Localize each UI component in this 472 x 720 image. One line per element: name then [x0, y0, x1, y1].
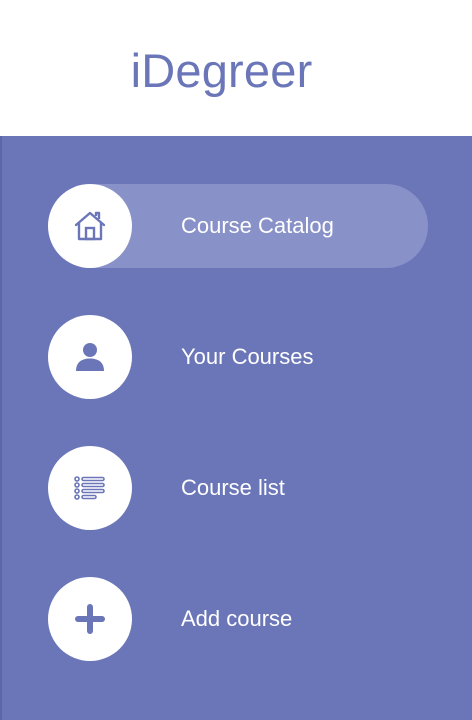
header: iDegreer	[0, 0, 472, 136]
nav-label-course-catalog: Course Catalog	[181, 213, 334, 238]
nav-icon-circle	[48, 446, 132, 530]
nav-label-add-course: Add course	[181, 606, 293, 631]
app: iDegreer Course Catalog Your Courses Cou…	[0, 0, 472, 720]
nav-icon-circle	[48, 577, 132, 661]
nav-item-add-course[interactable]: Add course	[48, 577, 428, 661]
app-title: iDegreer	[130, 44, 313, 97]
nav-item-course-catalog[interactable]: Course Catalog	[48, 184, 428, 268]
sidebar-nav: Course Catalog Your Courses Course list …	[0, 136, 472, 720]
nav-icon-circle	[48, 315, 132, 399]
nav-item-your-courses[interactable]: Your Courses	[48, 315, 428, 399]
nav-item-course-list[interactable]: Course list	[48, 446, 428, 530]
plus-icon	[73, 602, 107, 636]
list-icon	[73, 471, 107, 505]
nav-label-your-courses: Your Courses	[181, 344, 314, 369]
user-icon	[73, 340, 107, 374]
home-icon	[73, 209, 107, 243]
nav-icon-circle	[48, 184, 132, 268]
nav-label-course-list: Course list	[181, 475, 285, 500]
